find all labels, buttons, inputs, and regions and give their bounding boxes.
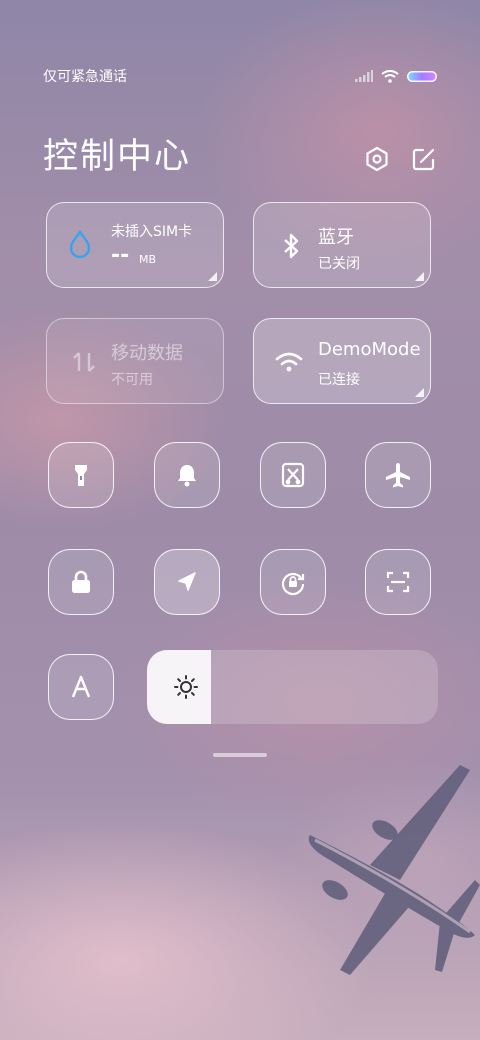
wifi-icon <box>275 352 303 372</box>
expand-corner-icon <box>208 272 217 281</box>
edit-icon[interactable] <box>411 146 437 172</box>
bluetooth-icon <box>284 233 299 259</box>
expand-corner-icon <box>415 388 424 397</box>
mobile-data-status: 不可用 <box>111 372 153 388</box>
bluetooth-status: 已关闭 <box>318 256 360 272</box>
mobile-data-label: 移动数据 <box>111 343 183 364</box>
data-usage-unit: MB <box>139 253 157 266</box>
water-drop-icon <box>69 229 91 259</box>
data-arrows-icon <box>73 352 95 372</box>
brightness-slider[interactable] <box>147 650 438 724</box>
airplane-icon <box>386 463 410 488</box>
control-center-screen: { "status_bar": { "carrier_text": "仅可紧急通… <box>0 0 480 1040</box>
scanner-toggle[interactable] <box>365 549 431 615</box>
wifi-status-icon <box>381 69 399 83</box>
bluetooth-tile[interactable]: 蓝牙 已关闭 <box>253 202 431 288</box>
scan-icon <box>386 571 410 593</box>
location-icon <box>178 572 196 591</box>
expand-corner-icon <box>415 272 424 281</box>
flashlight-icon <box>75 465 87 486</box>
page-title: 控制中心 <box>43 137 192 177</box>
data-usage-label: 未插入SIM卡 <box>111 224 193 240</box>
lock-icon <box>72 570 90 593</box>
data-usage-tile[interactable]: 未插入SIM卡 -- MB <box>46 202 224 288</box>
ringer-toggle[interactable] <box>154 442 220 508</box>
signal-icon <box>355 70 373 82</box>
flashlight-toggle[interactable] <box>48 442 114 508</box>
bell-icon <box>178 465 196 487</box>
auto-brightness-icon <box>71 675 91 698</box>
mobile-data-tile[interactable]: 移动数据 不可用 <box>46 318 224 404</box>
battery-icon <box>407 70 437 82</box>
status-icons <box>355 69 437 83</box>
bluetooth-label: 蓝牙 <box>318 227 354 248</box>
screenshot-icon <box>281 462 305 488</box>
settings-icon[interactable] <box>364 146 390 172</box>
location-toggle[interactable] <box>154 549 220 615</box>
sun-icon <box>174 675 198 699</box>
wallpaper-airplane-image <box>308 765 480 975</box>
wifi-status: 已连接 <box>318 372 360 388</box>
rotation-lock-icon <box>281 572 305 596</box>
rotation-lock-toggle[interactable] <box>260 549 326 615</box>
auto-brightness-toggle[interactable] <box>48 654 114 720</box>
lock-screen-toggle[interactable] <box>48 549 114 615</box>
data-usage-value: -- <box>111 243 130 268</box>
wifi-network-name: DemoMode <box>318 339 421 360</box>
screenshot-toggle[interactable] <box>260 442 326 508</box>
carrier-text: 仅可紧急通话 <box>43 69 127 85</box>
drag-handle[interactable] <box>213 753 267 757</box>
status-bar: 仅可紧急通话 <box>43 66 437 86</box>
wifi-tile[interactable]: DemoMode 已连接 <box>253 318 431 404</box>
airplane-mode-toggle[interactable] <box>365 442 431 508</box>
